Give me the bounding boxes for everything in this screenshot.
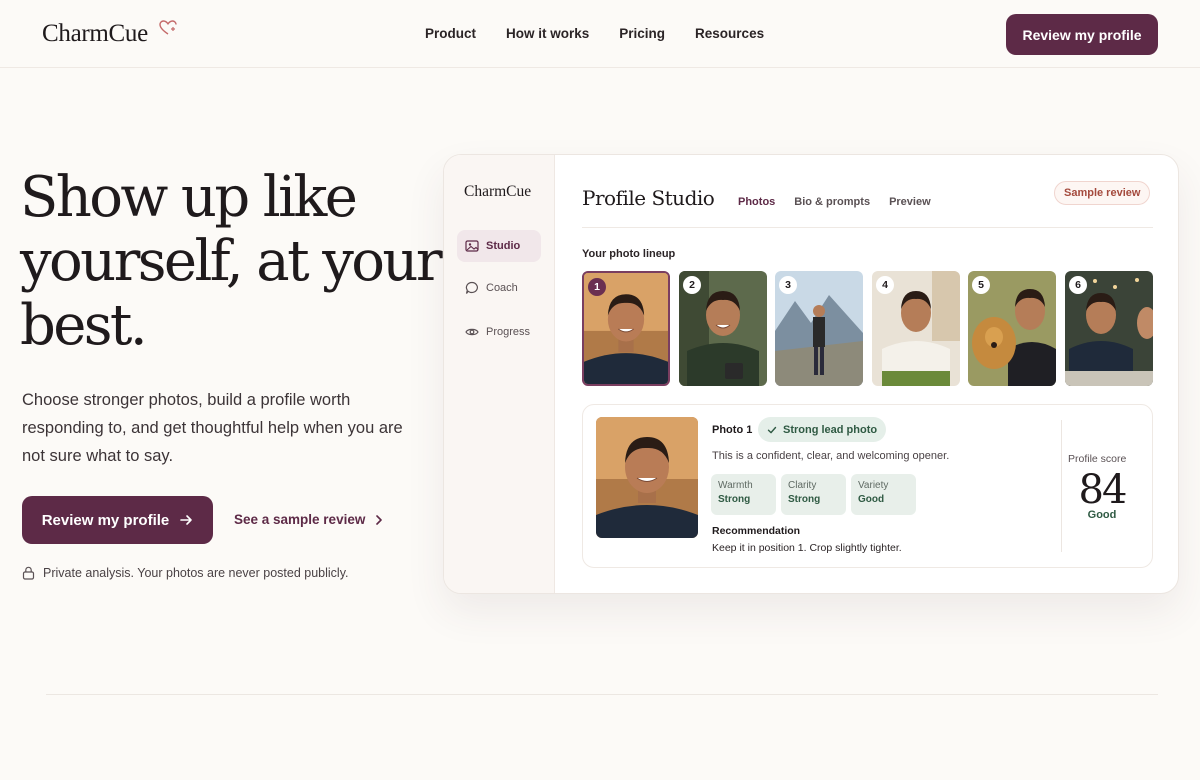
metric-value: Good — [858, 494, 885, 505]
studio-tabs: Photos Bio & prompts Preview — [738, 196, 950, 208]
image-icon — [465, 240, 479, 252]
profile-score-rating: Good — [1087, 509, 1117, 521]
sidebar-item-label: Coach — [486, 282, 518, 294]
site-header: CharmCue Product How it works Pricing Re… — [0, 0, 1200, 68]
chevron-right-icon — [376, 514, 383, 525]
metric-label: Variety — [858, 480, 889, 491]
photo-description: This is a confident, clear, and welcomin… — [712, 450, 950, 462]
sidebar-item-studio[interactable]: Studio — [457, 230, 541, 262]
nav-product[interactable]: Product — [425, 26, 476, 41]
section-divider — [46, 694, 1158, 695]
nav-resources[interactable]: Resources — [695, 26, 764, 41]
recommendation-text: Keep it in position 1. Crop slightly tig… — [712, 542, 902, 554]
photo-lineup: 1 2 3 4 5 6 — [582, 271, 1153, 387]
lock-icon — [22, 566, 35, 580]
heart-icon — [159, 20, 177, 35]
selected-photo — [596, 417, 698, 538]
recommendation-title: Recommendation — [712, 525, 801, 537]
hero-subtitle: Choose stronger photos, build a profile … — [22, 391, 403, 465]
metric-label: Clarity — [788, 480, 817, 491]
lead-photo-badge: Strong lead photo — [758, 417, 887, 442]
photo-number: 3 — [779, 276, 797, 294]
profile-score-label: Profile score — [1068, 453, 1127, 465]
portrait-photo — [596, 417, 698, 538]
metric-clarity: Clarity Strong — [781, 474, 846, 515]
main-nav: Product How it works Pricing Resources — [425, 26, 794, 41]
sample-review-badge: Sample review — [1054, 181, 1151, 205]
sidebar-item-progress[interactable]: Progress — [457, 316, 541, 348]
sidebar-item-label: Studio — [486, 240, 521, 252]
tab-preview[interactable]: Preview — [889, 196, 931, 208]
privacy-note: Private analysis. Your photos are never … — [22, 566, 349, 580]
hero-review-label: Review my profile — [41, 511, 170, 529]
studio-title: Profile Studio — [582, 186, 715, 210]
photo-thumb-5[interactable]: 5 — [968, 271, 1056, 386]
metric-warmth: Warmth Strong — [711, 474, 776, 515]
privacy-text: Private analysis. Your photos are never … — [43, 566, 349, 580]
hero-title: Show up like yourself, at your best. — [20, 165, 443, 358]
sample-review-label: See a sample review — [234, 512, 366, 527]
sidebar-item-coach[interactable]: Coach — [457, 272, 541, 304]
header-review-button[interactable]: Review my profile — [1006, 14, 1158, 55]
divider — [582, 227, 1153, 228]
app-sidebar: CharmCue Studio Coach Progress — [444, 155, 555, 593]
app-main: Profile Studio Photos Bio & prompts Prev… — [555, 155, 1178, 593]
metric-value: Strong — [718, 494, 751, 505]
tab-photos[interactable]: Photos — [738, 196, 775, 208]
sidebar-item-label: Progress — [486, 326, 531, 338]
photo-number: 2 — [683, 276, 701, 294]
photo-thumb-2[interactable]: 2 — [679, 271, 767, 386]
sample-review-link[interactable]: See a sample review — [234, 512, 383, 527]
chat-bubble-icon — [465, 281, 478, 294]
photo-thumb-1[interactable]: 1 — [582, 271, 670, 386]
metric-value: Strong — [788, 494, 821, 505]
photo-title: Photo 1 — [712, 424, 753, 436]
photo-thumb-6[interactable]: 6 — [1065, 271, 1153, 386]
lead-badge-label: Strong lead photo — [783, 423, 878, 436]
check-icon — [767, 426, 777, 433]
nav-pricing[interactable]: Pricing — [619, 26, 665, 41]
metric-label: Warmth — [718, 480, 753, 491]
photo-number: 5 — [972, 276, 990, 294]
photo-thumb-3[interactable]: 3 — [775, 271, 863, 386]
photo-number: 4 — [876, 276, 894, 294]
tab-bio-prompts[interactable]: Bio & prompts — [794, 196, 870, 208]
app-logo: CharmCue — [464, 183, 532, 200]
profile-score-value: 84 — [1078, 467, 1128, 513]
photo-number: 1 — [588, 278, 606, 296]
photo-number: 6 — [1069, 276, 1087, 294]
lineup-label: Your photo lineup — [582, 248, 676, 260]
metric-variety: Variety Good — [851, 474, 916, 515]
eye-icon — [465, 328, 479, 336]
photo-thumb-4[interactable]: 4 — [872, 271, 960, 386]
hero-review-button[interactable]: Review my profile — [22, 496, 213, 544]
arrow-right-icon — [180, 515, 193, 525]
brand-logo[interactable]: CharmCue — [42, 20, 148, 48]
divider — [1061, 420, 1062, 552]
profile-studio-preview: CharmCue Studio Coach Progress Profile S… — [443, 154, 1179, 594]
photo-detail-card: Photo 1 Strong lead photo This is a conf… — [582, 404, 1153, 568]
nav-how-it-works[interactable]: How it works — [506, 26, 589, 41]
